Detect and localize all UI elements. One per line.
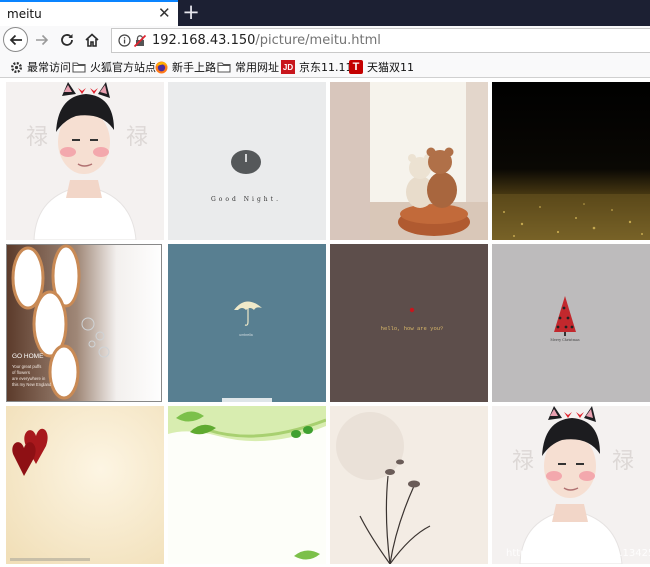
- folder-icon: [217, 60, 231, 74]
- gallery-image-2[interactable]: Good Night.: [168, 82, 326, 240]
- gallery-image-11[interactable]: [330, 406, 488, 564]
- ink-orchid-image: [330, 406, 488, 564]
- gallery-image-8[interactable]: Merry Christmas: [492, 244, 650, 402]
- reload-icon: [61, 34, 73, 46]
- green-leaves-image: [168, 406, 326, 564]
- gear-icon: [9, 60, 23, 74]
- ladybug-tree-image: Merry Christmas: [492, 244, 650, 402]
- bookmark-label: 火狐官方站点: [90, 61, 156, 74]
- bookmark-getting-started[interactable]: 新手上路: [154, 59, 216, 75]
- csdn-watermark: https://blog.csdn.net/...13425: [506, 548, 650, 559]
- bookmark-firefox-site[interactable]: 火狐官方站点: [72, 59, 156, 75]
- url-path: /picture/meitu.html: [255, 33, 381, 48]
- home-icon: [85, 33, 99, 47]
- svg-text:禄: 禄: [612, 449, 634, 474]
- arrow-left-icon: [9, 34, 22, 45]
- gallery-image-7[interactable]: hello, how are you?: [330, 244, 488, 402]
- page-content: 禄 禄 Good Night. GO HOME Your great puffs…: [0, 78, 650, 567]
- gallery-image-6[interactable]: umbrella: [168, 244, 326, 402]
- firefox-icon: [154, 60, 168, 74]
- go-home-line: of flowers: [12, 370, 30, 375]
- bookmark-label: 常用网址: [235, 61, 279, 74]
- go-home-line: this my New England: [12, 382, 52, 387]
- tab-title: meitu: [7, 7, 42, 21]
- info-icon[interactable]: [118, 34, 131, 47]
- svg-text:禄: 禄: [26, 125, 48, 150]
- url-host: 192.168.43.150: [152, 33, 256, 48]
- jd-icon: JD: [281, 60, 295, 74]
- umbrella-caption: umbrella: [239, 333, 252, 337]
- hello-image: hello, how are you?: [330, 244, 488, 402]
- gallery-image-5[interactable]: GO HOME Your great puffs of flowers are …: [6, 244, 164, 402]
- gold-glitter-image: [492, 82, 650, 240]
- umbrella-image: umbrella: [168, 244, 326, 402]
- address-bar[interactable]: 192.168.43.150/picture/meitu.html: [111, 28, 650, 53]
- reload-button[interactable]: [55, 28, 79, 52]
- gallery-image-12[interactable]: 禄 禄: [492, 406, 650, 564]
- bookmark-tmall[interactable]: T 天猫双11: [349, 59, 414, 75]
- portrait-image: 禄 禄: [6, 82, 164, 240]
- go-home-line: are everywhere in: [12, 376, 46, 381]
- portrait-image: 禄 禄: [492, 406, 650, 564]
- tab-strip: meitu ✕ +: [0, 0, 650, 26]
- good-night-caption: Good Night.: [211, 196, 281, 203]
- back-button[interactable]: [3, 27, 28, 52]
- red-hearts-image: [6, 406, 164, 564]
- navigation-toolbar: 192.168.43.150/picture/meitu.html: [0, 26, 650, 56]
- gallery-image-4[interactable]: [492, 82, 650, 240]
- folder-icon: [72, 60, 86, 74]
- go-home-line: Your great puffs: [12, 364, 41, 369]
- ladybug-caption: Merry Christmas: [550, 338, 580, 342]
- svg-text:禄: 禄: [512, 449, 534, 474]
- new-tab-button[interactable]: +: [182, 0, 200, 26]
- gallery-image-1[interactable]: 禄 禄: [6, 82, 164, 240]
- close-tab-icon[interactable]: ✕: [158, 5, 171, 21]
- tab-meitu[interactable]: meitu ✕: [0, 0, 178, 26]
- arrow-right-icon: [36, 34, 49, 46]
- bookmark-label: 天猫双11: [367, 61, 414, 74]
- gallery-image-10[interactable]: [168, 406, 326, 564]
- insecure-lock-icon[interactable]: [133, 34, 147, 48]
- bookmark-label: 京东11.11: [299, 61, 353, 74]
- svg-text:禄: 禄: [126, 125, 148, 150]
- bookmarks-toolbar: 最常访问 火狐官方站点 新手上路 常用网址 JD 京东11.11 T 天猫双11: [0, 56, 650, 78]
- forward-button[interactable]: [30, 28, 54, 52]
- home-button[interactable]: [80, 28, 104, 52]
- bookmark-most-visited[interactable]: 最常访问: [9, 59, 71, 75]
- gallery-image-9[interactable]: [6, 406, 164, 564]
- bookmark-jd[interactable]: JD 京东11.11: [281, 59, 353, 75]
- url-text: 192.168.43.150/picture/meitu.html: [152, 33, 381, 48]
- go-home-title: GO HOME: [12, 353, 44, 360]
- bookmark-label: 新手上路: [172, 61, 216, 74]
- bookmark-common-sites[interactable]: 常用网址: [217, 59, 279, 75]
- gallery-image-3[interactable]: [330, 82, 488, 240]
- hello-caption: hello, how are you?: [381, 325, 444, 332]
- bookmark-label: 最常访问: [27, 61, 71, 74]
- tmall-icon: T: [349, 60, 363, 74]
- bubbles-go-home-image: GO HOME Your great puffs of flowers are …: [6, 244, 164, 402]
- teddy-bears-image: [330, 82, 488, 240]
- good-night-image: Good Night.: [168, 82, 326, 240]
